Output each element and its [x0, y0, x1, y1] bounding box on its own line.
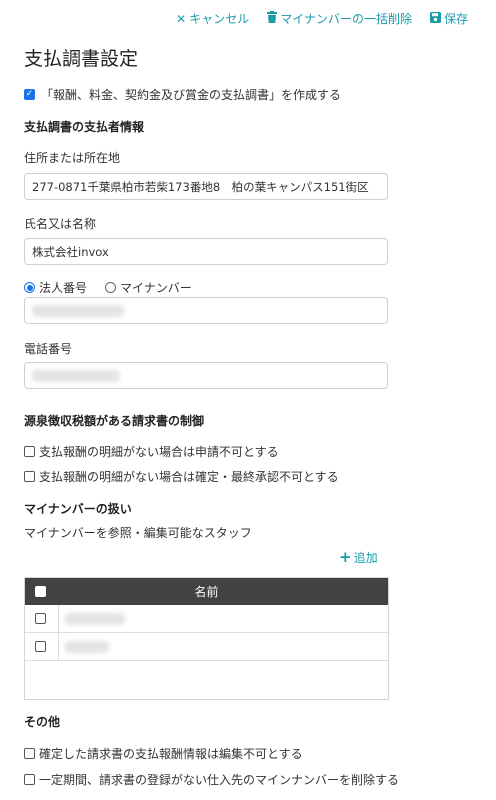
- staff-label: マイナンバーを参照・編集可能なスタッフ: [24, 526, 252, 540]
- mynumber-radio-label: マイナンバー: [120, 281, 192, 295]
- phone-field[interactable]: [24, 362, 388, 389]
- option-label: 支払報酬の明細がない場合は申請不可とする: [39, 445, 279, 459]
- trash-icon: [267, 11, 278, 26]
- create-statement-checkbox[interactable]: ✓: [24, 89, 35, 100]
- other-option-1[interactable]: 確定した請求書の支払報酬情報は編集不可とする: [24, 745, 303, 762]
- option-label: 支払報酬の明細がない場合は確定・最終承認不可とする: [39, 470, 339, 484]
- checkbox[interactable]: [24, 471, 35, 482]
- page-title: 支払調書設定: [24, 48, 139, 70]
- add-staff-button[interactable]: + 追加: [339, 548, 378, 566]
- option-label: 一定期間、請求書の登録がない仕入先のマインナンバーを削除する: [39, 773, 400, 787]
- staff-table: 名前: [24, 577, 389, 700]
- row-checkbox[interactable]: [35, 613, 46, 624]
- corporate-number-field[interactable]: [24, 297, 388, 324]
- table-row: [25, 605, 388, 633]
- close-icon: ✕: [176, 11, 187, 26]
- row-checkbox[interactable]: [35, 641, 46, 652]
- add-label: 追加: [353, 550, 378, 565]
- table-row: [25, 633, 388, 661]
- address-value: 277-0871千葉県柏市若柴173番地8 柏の葉キャンパス151街区: [32, 179, 369, 194]
- withholding-option-1[interactable]: 支払報酬の明細がない場合は申請不可とする: [24, 443, 279, 460]
- bulk-delete-mynumber-button[interactable]: マイナンバーの一括削除: [267, 10, 412, 27]
- name-label: 氏名又は名称: [24, 217, 97, 231]
- mynumber-section-title: マイナンバーの扱い: [24, 502, 132, 516]
- plus-icon: +: [339, 548, 352, 566]
- payer-section-title: 支払調書の支払者情報: [24, 120, 145, 134]
- select-all-checkbox[interactable]: [35, 586, 46, 597]
- company-name-value: 株式会社invox: [32, 244, 109, 259]
- address-label: 住所または所在地: [24, 151, 121, 165]
- checkbox[interactable]: [24, 446, 35, 457]
- option-label: 確定した請求書の支払報酬情報は編集不可とする: [39, 747, 303, 761]
- address-field[interactable]: 277-0871千葉県柏市若柴173番地8 柏の葉キャンパス151街区: [24, 173, 388, 200]
- redacted-value: [32, 369, 120, 382]
- corporate-number-label: 法人番号: [39, 281, 88, 295]
- redacted-value: [32, 304, 124, 317]
- save-label: 保存: [443, 12, 468, 26]
- save-button[interactable]: 保存: [429, 10, 468, 27]
- redacted-staff-name: [65, 640, 109, 653]
- bulk-delete-label: マイナンバーの一括削除: [280, 12, 412, 26]
- cancel-label: キャンセル: [189, 12, 250, 26]
- other-option-2[interactable]: 一定期間、請求書の登録がない仕入先のマインナンバーを削除する: [24, 771, 399, 788]
- table-header: 名前: [25, 578, 388, 605]
- save-icon: [429, 11, 441, 26]
- create-statement-option[interactable]: ✓ 「報酬、料金、契約金及び賞金の支払調書」を作成する: [24, 86, 341, 103]
- withholding-section-title: 源泉徴収税額がある請求書の制御: [24, 414, 205, 428]
- company-name-field[interactable]: 株式会社invox: [24, 238, 388, 265]
- phone-label: 電話番号: [24, 342, 73, 356]
- mynumber-radio[interactable]: [105, 282, 117, 293]
- name-column-header: 名前: [194, 585, 219, 599]
- checkbox[interactable]: [24, 774, 35, 785]
- id-type-radio-group: 法人番号 マイナンバー: [24, 279, 192, 296]
- corporate-number-radio[interactable]: [24, 282, 35, 293]
- other-section-title: その他: [24, 715, 61, 729]
- create-statement-label: 「報酬、料金、契約金及び賞金の支払調書」を作成する: [41, 88, 342, 102]
- checkbox[interactable]: [24, 748, 35, 759]
- redacted-staff-name: [65, 612, 125, 625]
- cancel-button[interactable]: ✕ キャンセル: [176, 10, 249, 27]
- toolbar: ✕ キャンセル マイナンバーの一括削除 保存: [176, 10, 468, 27]
- withholding-option-2[interactable]: 支払報酬の明細がない場合は確定・最終承認不可とする: [24, 468, 339, 485]
